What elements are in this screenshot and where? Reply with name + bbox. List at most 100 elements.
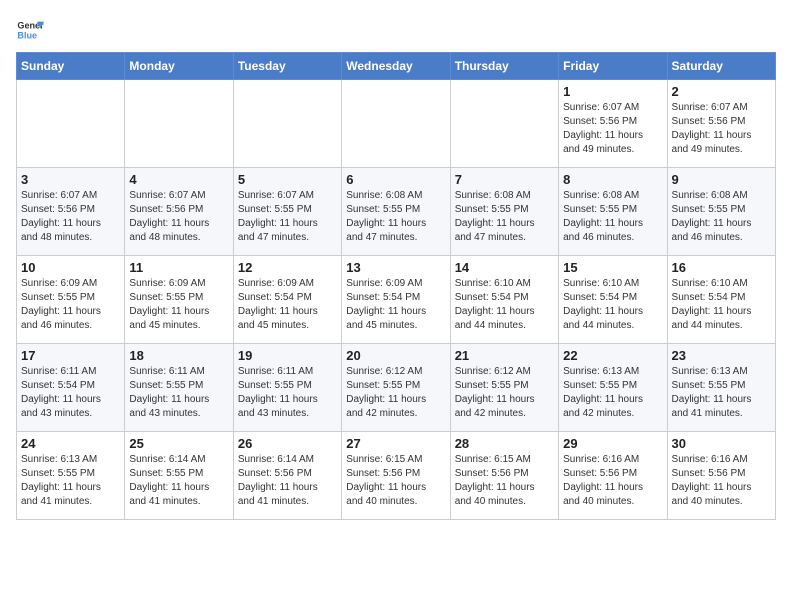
day-number: 8 — [563, 172, 662, 187]
calendar-cell: 17 Sunrise: 6:11 AM Sunset: 5:54 PM Dayli… — [17, 344, 125, 432]
day-number: 5 — [238, 172, 337, 187]
weekday-header-tuesday: Tuesday — [233, 53, 341, 80]
calendar-cell: 4 Sunrise: 6:07 AM Sunset: 5:56 PM Daylig… — [125, 168, 233, 256]
weekday-header-friday: Friday — [559, 53, 667, 80]
logo-icon: General Blue — [16, 16, 44, 44]
cell-text: Sunrise: 6:14 AM Sunset: 5:55 PM Dayligh… — [129, 453, 228, 509]
calendar-cell: 12 Sunrise: 6:09 AM Sunset: 5:54 PM Dayli… — [233, 256, 341, 344]
cell-text: Sunrise: 6:08 AM Sunset: 5:55 PM Dayligh… — [455, 189, 554, 245]
calendar-cell: 29 Sunrise: 6:16 AM Sunset: 5:56 PM Dayli… — [559, 432, 667, 520]
cell-text: Sunrise: 6:12 AM Sunset: 5:55 PM Dayligh… — [346, 365, 445, 421]
calendar-cell: 8 Sunrise: 6:08 AM Sunset: 5:55 PM Daylig… — [559, 168, 667, 256]
cell-text: Sunrise: 6:14 AM Sunset: 5:56 PM Dayligh… — [238, 453, 337, 509]
day-number: 27 — [346, 436, 445, 451]
cell-text: Sunrise: 6:11 AM Sunset: 5:55 PM Dayligh… — [238, 365, 337, 421]
calendar-cell: 24 Sunrise: 6:13 AM Sunset: 5:55 PM Dayli… — [17, 432, 125, 520]
cell-text: Sunrise: 6:08 AM Sunset: 5:55 PM Dayligh… — [563, 189, 662, 245]
calendar-cell — [17, 80, 125, 168]
cell-text: Sunrise: 6:13 AM Sunset: 5:55 PM Dayligh… — [21, 453, 120, 509]
day-number: 7 — [455, 172, 554, 187]
cell-text: Sunrise: 6:10 AM Sunset: 5:54 PM Dayligh… — [455, 277, 554, 333]
day-number: 13 — [346, 260, 445, 275]
calendar-cell: 28 Sunrise: 6:15 AM Sunset: 5:56 PM Dayli… — [450, 432, 558, 520]
calendar-header-row: SundayMondayTuesdayWednesdayThursdayFrid… — [17, 53, 776, 80]
day-number: 19 — [238, 348, 337, 363]
page-header: General Blue — [16, 16, 776, 44]
weekday-header-wednesday: Wednesday — [342, 53, 450, 80]
logo: General Blue — [16, 16, 48, 44]
day-number: 21 — [455, 348, 554, 363]
day-number: 24 — [21, 436, 120, 451]
cell-text: Sunrise: 6:15 AM Sunset: 5:56 PM Dayligh… — [346, 453, 445, 509]
calendar-cell: 20 Sunrise: 6:12 AM Sunset: 5:55 PM Dayli… — [342, 344, 450, 432]
day-number: 12 — [238, 260, 337, 275]
calendar-cell: 3Sunrise: 6:07 AM Sunset: 5:56 PM Daylig… — [17, 168, 125, 256]
cell-text: Sunrise: 6:11 AM Sunset: 5:54 PM Dayligh… — [21, 365, 120, 421]
calendar-cell: 2 Sunrise: 6:07 AM Sunset: 5:56 PM Daylig… — [667, 80, 775, 168]
calendar-cell — [450, 80, 558, 168]
cell-text: Sunrise: 6:07 AM Sunset: 5:55 PM Dayligh… — [238, 189, 337, 245]
cell-text: Sunrise: 6:13 AM Sunset: 5:55 PM Dayligh… — [563, 365, 662, 421]
calendar-cell: 5 Sunrise: 6:07 AM Sunset: 5:55 PM Daylig… — [233, 168, 341, 256]
day-number: 3 — [21, 172, 120, 187]
day-number: 15 — [563, 260, 662, 275]
calendar-cell: 26 Sunrise: 6:14 AM Sunset: 5:56 PM Dayli… — [233, 432, 341, 520]
day-number: 17 — [21, 348, 120, 363]
calendar-table: SundayMondayTuesdayWednesdayThursdayFrid… — [16, 52, 776, 520]
calendar-cell — [342, 80, 450, 168]
svg-text:Blue: Blue — [17, 30, 37, 40]
day-number: 29 — [563, 436, 662, 451]
calendar-cell: 14 Sunrise: 6:10 AM Sunset: 5:54 PM Dayli… — [450, 256, 558, 344]
day-number: 18 — [129, 348, 228, 363]
calendar-cell: 7 Sunrise: 6:08 AM Sunset: 5:55 PM Daylig… — [450, 168, 558, 256]
calendar-cell: 16Sunrise: 6:10 AM Sunset: 5:54 PM Dayli… — [667, 256, 775, 344]
calendar-cell: 11 Sunrise: 6:09 AM Sunset: 5:55 PM Dayli… — [125, 256, 233, 344]
calendar-cell — [125, 80, 233, 168]
day-number: 26 — [238, 436, 337, 451]
calendar-week-row: 1 Sunrise: 6:07 AM Sunset: 5:56 PM Daylig… — [17, 80, 776, 168]
day-number: 28 — [455, 436, 554, 451]
weekday-header-sunday: Sunday — [17, 53, 125, 80]
calendar-cell — [233, 80, 341, 168]
calendar-week-row: 17 Sunrise: 6:11 AM Sunset: 5:54 PM Dayli… — [17, 344, 776, 432]
calendar-cell: 1 Sunrise: 6:07 AM Sunset: 5:56 PM Daylig… — [559, 80, 667, 168]
calendar-cell: 25 Sunrise: 6:14 AM Sunset: 5:55 PM Dayli… — [125, 432, 233, 520]
calendar-week-row: 24 Sunrise: 6:13 AM Sunset: 5:55 PM Dayli… — [17, 432, 776, 520]
cell-text: Sunrise: 6:11 AM Sunset: 5:55 PM Dayligh… — [129, 365, 228, 421]
cell-text: Sunrise: 6:10 AM Sunset: 5:54 PM Dayligh… — [563, 277, 662, 333]
day-number: 22 — [563, 348, 662, 363]
day-number: 4 — [129, 172, 228, 187]
cell-text: Sunrise: 6:09 AM Sunset: 5:55 PM Dayligh… — [21, 277, 120, 333]
calendar-cell: 15 Sunrise: 6:10 AM Sunset: 5:54 PM Dayli… — [559, 256, 667, 344]
calendar-week-row: 3 Sunrise: 6:07 AM Sunset: 5:56 PM Daylig… — [17, 168, 776, 256]
cell-text: Sunrise: 6:13 AM Sunset: 5:55 PM Dayligh… — [672, 365, 771, 421]
cell-text: Sunrise: 6:15 AM Sunset: 5:56 PM Dayligh… — [455, 453, 554, 509]
cell-text: Sunrise: 6:08 AM Sunset: 5:55 PM Dayligh… — [672, 189, 771, 245]
cell-text: Sunrise: 6:08 AM Sunset: 5:55 PM Dayligh… — [346, 189, 445, 245]
cell-text: Sunrise: 6:07 AM Sunset: 5:56 PM Dayligh… — [129, 189, 228, 245]
calendar-cell: 21 Sunrise: 6:12 AM Sunset: 5:55 PM Dayli… — [450, 344, 558, 432]
calendar-cell: 22 Sunrise: 6:13 AM Sunset: 5:55 PM Dayli… — [559, 344, 667, 432]
day-number: 20 — [346, 348, 445, 363]
day-number: 2 — [672, 84, 771, 99]
cell-text: Sunrise: 6:07 AM Sunset: 5:56 PM Dayligh… — [563, 101, 662, 157]
day-number: 11 — [129, 260, 228, 275]
cell-text: Sunrise: 6:07 AM Sunset: 5:56 PM Dayligh… — [672, 101, 771, 157]
calendar-cell: 9Sunrise: 6:08 AM Sunset: 5:55 PM Daylig… — [667, 168, 775, 256]
day-number: 14 — [455, 260, 554, 275]
day-number: 6 — [346, 172, 445, 187]
cell-text: Sunrise: 6:12 AM Sunset: 5:55 PM Dayligh… — [455, 365, 554, 421]
cell-text: Sunrise: 6:09 AM Sunset: 5:55 PM Dayligh… — [129, 277, 228, 333]
cell-text: Sunrise: 6:09 AM Sunset: 5:54 PM Dayligh… — [238, 277, 337, 333]
weekday-header-saturday: Saturday — [667, 53, 775, 80]
day-number: 30 — [672, 436, 771, 451]
cell-text: Sunrise: 6:16 AM Sunset: 5:56 PM Dayligh… — [563, 453, 662, 509]
calendar-cell: 13 Sunrise: 6:09 AM Sunset: 5:54 PM Dayli… — [342, 256, 450, 344]
day-number: 1 — [563, 84, 662, 99]
day-number: 25 — [129, 436, 228, 451]
day-number: 23 — [672, 348, 771, 363]
weekday-header-thursday: Thursday — [450, 53, 558, 80]
calendar-cell: 19 Sunrise: 6:11 AM Sunset: 5:55 PM Dayli… — [233, 344, 341, 432]
cell-text: Sunrise: 6:16 AM Sunset: 5:56 PM Dayligh… — [672, 453, 771, 509]
cell-text: Sunrise: 6:09 AM Sunset: 5:54 PM Dayligh… — [346, 277, 445, 333]
